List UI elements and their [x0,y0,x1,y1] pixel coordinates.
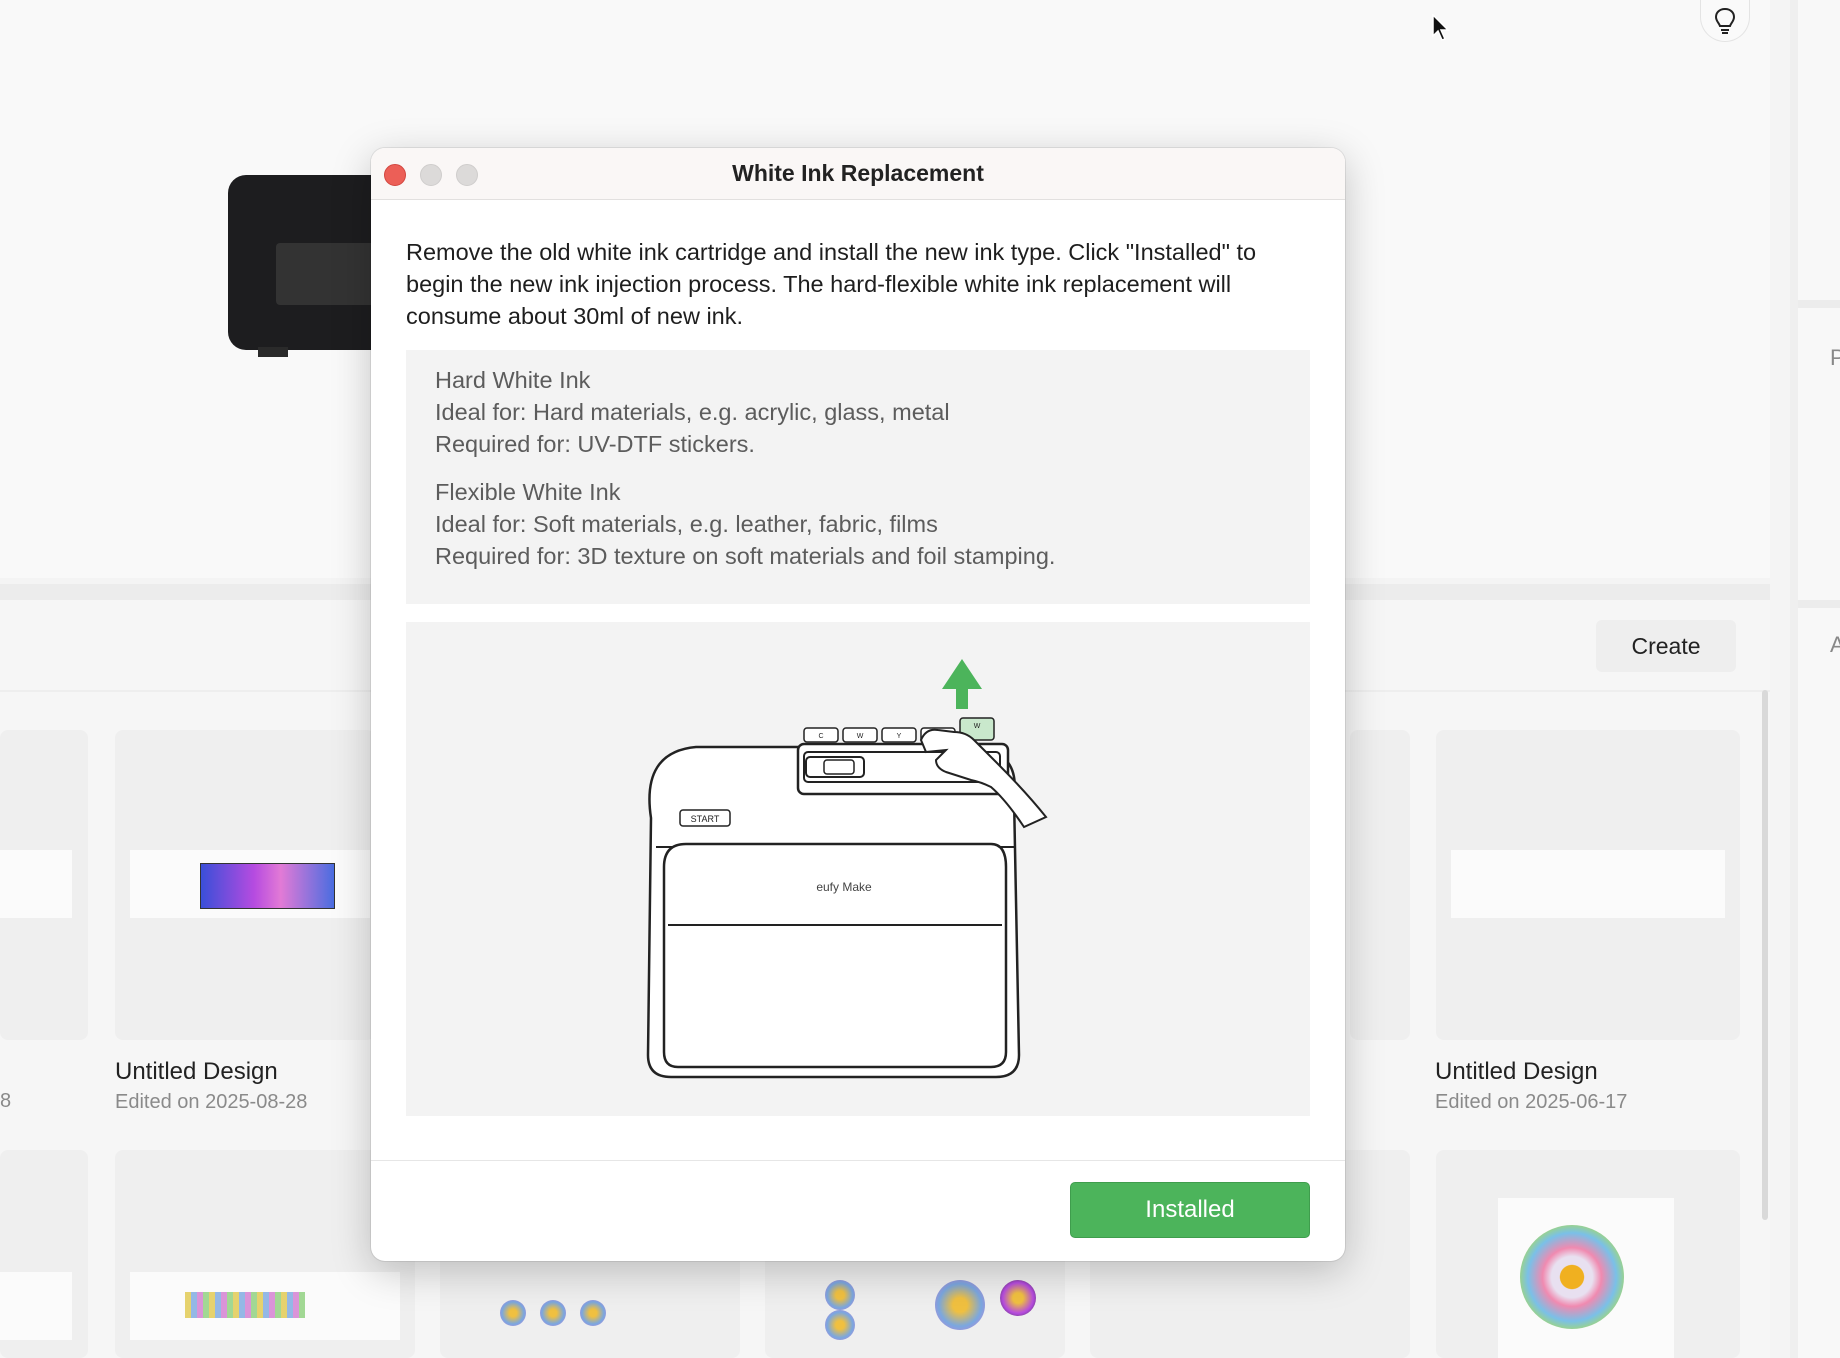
flexible-ink-name: Flexible White Ink [435,479,621,505]
design-card[interactable] [115,1150,415,1358]
instructions-text: Remove the old white ink cartridge and i… [406,239,1257,329]
minimize-window-button[interactable] [420,164,442,186]
ink-slot-label: Y [897,733,902,740]
printer-image [228,175,378,357]
ink-types-info: Hard White Ink Ideal for: Hard materials… [406,350,1310,604]
design-title: Untitled Design [115,1058,278,1085]
create-button[interactable]: Create [1596,620,1736,672]
lightbulb-icon [1714,7,1736,34]
ink-slot-label: C [818,733,823,740]
design-card[interactable] [0,1150,88,1358]
design-thumbnail [200,863,335,909]
installed-button[interactable]: Installed [1070,1182,1310,1238]
design-date: Edited on 2025-06-17 [1435,1091,1628,1113]
hard-ink-required: Required for: UV-DTF stickers. [435,431,755,457]
dialog-title: White Ink Replacement [732,160,984,186]
arrow-up-icon [942,659,982,709]
design-card[interactable] [115,730,375,1040]
design-card[interactable] [1436,730,1740,1040]
design-card[interactable] [0,730,88,1040]
ink-slot-label: W [974,723,981,730]
flexible-ink-info: Flexible White Ink Ideal for: Soft mater… [435,476,1055,572]
svg-text:START: START [691,814,720,824]
design-thumbnail [185,1292,305,1318]
design-thumbnail [1520,1225,1624,1329]
maximize-window-button[interactable] [456,164,478,186]
white-ink-replacement-dialog: White Ink Replacement Remove the old whi… [371,148,1345,1261]
ink-slot-label: W [857,733,864,740]
design-title: Untitled Design [1435,1058,1598,1085]
mouse-cursor-icon [1432,13,1450,47]
cartridge-illustration: CWYKW START eufy Make [406,622,1310,1116]
hard-ink-info: Hard White Ink Ideal for: Hard materials… [435,364,950,460]
printer-illustration: CWYKW START eufy Make [646,659,1048,1079]
hard-ink-name: Hard White Ink [435,367,591,393]
dialog-titlebar: White Ink Replacement [371,148,1345,200]
flexible-ink-required: Required for: 3D texture on soft materia… [435,543,1056,569]
hard-ink-ideal: Ideal for: Hard materials, e.g. acrylic,… [435,399,950,425]
design-card[interactable] [1436,1150,1740,1358]
svg-text:eufy Make: eufy Make [816,880,872,894]
design-date: Edited on 2025-08-28 [115,1091,308,1113]
designs-scrollbar[interactable] [1762,690,1768,1220]
flexible-ink-ideal: Ideal for: Soft materials, e.g. leather,… [435,511,938,537]
right-panel: Pr A [1790,0,1840,1358]
close-window-button[interactable] [384,164,406,186]
